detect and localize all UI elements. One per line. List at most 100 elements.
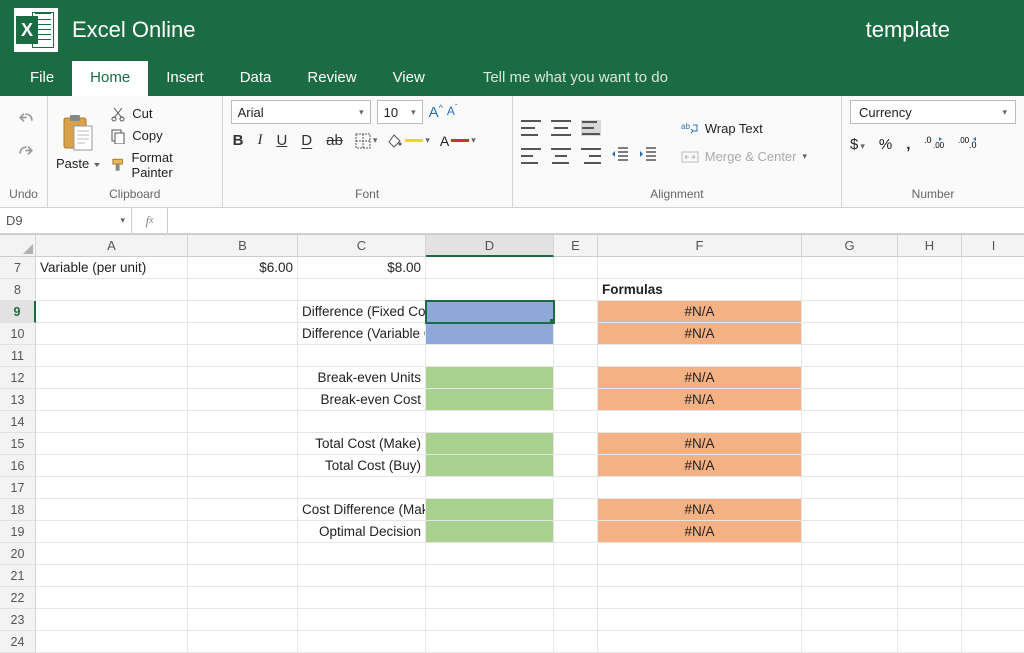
cell[interactable] — [898, 543, 962, 565]
cell[interactable]: Optimal Decision — [298, 521, 426, 543]
cell[interactable] — [802, 521, 898, 543]
tab-data[interactable]: Data — [222, 61, 290, 96]
cell[interactable] — [598, 587, 802, 609]
cell[interactable] — [426, 433, 554, 455]
cell[interactable] — [188, 433, 298, 455]
cell[interactable] — [188, 565, 298, 587]
tab-view[interactable]: View — [375, 61, 443, 96]
cell[interactable] — [36, 279, 188, 301]
col-header-H[interactable]: H — [898, 235, 962, 257]
cell[interactable] — [554, 411, 598, 433]
row-header[interactable]: 22 — [0, 587, 36, 609]
cell[interactable] — [426, 499, 554, 521]
font-color-button[interactable]: A▾ — [440, 133, 476, 149]
percent-format-button[interactable]: % — [879, 136, 892, 153]
cell[interactable] — [298, 279, 426, 301]
bold-button[interactable]: B — [231, 132, 246, 149]
row-header[interactable]: 9 — [0, 301, 36, 323]
cell[interactable] — [36, 543, 188, 565]
cell[interactable] — [962, 565, 1024, 587]
cell[interactable] — [598, 257, 802, 279]
cell[interactable] — [802, 455, 898, 477]
cell[interactable] — [962, 323, 1024, 345]
cell[interactable] — [898, 565, 962, 587]
select-all-corner[interactable] — [0, 235, 36, 257]
cell[interactable] — [426, 411, 554, 433]
cell[interactable]: #N/A — [598, 301, 802, 323]
cell[interactable] — [188, 367, 298, 389]
cell[interactable] — [36, 433, 188, 455]
cell[interactable] — [802, 631, 898, 653]
double-underline-button[interactable]: D — [299, 132, 314, 149]
redo-button[interactable] — [16, 143, 36, 166]
cell[interactable] — [598, 565, 802, 587]
cell[interactable] — [898, 279, 962, 301]
tab-insert[interactable]: Insert — [148, 61, 222, 96]
cell[interactable] — [802, 477, 898, 499]
cell[interactable] — [426, 257, 554, 279]
align-left-button[interactable] — [521, 148, 541, 164]
cell[interactable] — [188, 587, 298, 609]
cell[interactable] — [188, 477, 298, 499]
col-header-F[interactable]: F — [598, 235, 802, 257]
cell[interactable] — [898, 257, 962, 279]
cell[interactable] — [802, 433, 898, 455]
col-header-E[interactable]: E — [554, 235, 598, 257]
col-header-I[interactable]: I — [962, 235, 1024, 257]
cell[interactable] — [962, 301, 1024, 323]
cell[interactable]: #N/A — [598, 499, 802, 521]
cell[interactable] — [802, 389, 898, 411]
cell[interactable] — [962, 455, 1024, 477]
cell[interactable] — [802, 345, 898, 367]
cell[interactable] — [554, 521, 598, 543]
cell[interactable]: Formulas — [598, 279, 802, 301]
cell[interactable] — [426, 521, 554, 543]
cell[interactable] — [188, 499, 298, 521]
row-header[interactable]: 7 — [0, 257, 36, 279]
cell[interactable] — [802, 279, 898, 301]
cell[interactable] — [188, 389, 298, 411]
cell[interactable] — [554, 631, 598, 653]
cell[interactable] — [188, 345, 298, 367]
decrease-decimal-button[interactable]: .00.0 — [958, 134, 978, 154]
cell[interactable] — [188, 323, 298, 345]
cell[interactable]: Break-even Units — [298, 367, 426, 389]
cell[interactable] — [962, 433, 1024, 455]
font-size-select[interactable]: 10▾ — [377, 100, 423, 124]
accounting-format-button[interactable]: $▾ — [850, 136, 865, 153]
cell[interactable] — [426, 609, 554, 631]
align-right-button[interactable] — [581, 148, 601, 164]
paste-button[interactable]: Paste — [56, 114, 100, 171]
cell[interactable] — [898, 433, 962, 455]
increase-indent-button[interactable] — [639, 146, 657, 165]
row-header[interactable]: 11 — [0, 345, 36, 367]
strikethrough-button[interactable]: ab — [324, 132, 345, 149]
cell[interactable] — [962, 499, 1024, 521]
cell[interactable] — [962, 609, 1024, 631]
cell[interactable] — [188, 631, 298, 653]
cell[interactable] — [598, 631, 802, 653]
cell[interactable] — [426, 565, 554, 587]
row-header[interactable]: 16 — [0, 455, 36, 477]
tab-home[interactable]: Home — [72, 61, 148, 96]
cell[interactable] — [298, 631, 426, 653]
cell[interactable] — [298, 543, 426, 565]
active-cell[interactable] — [426, 301, 554, 323]
cell[interactable] — [36, 367, 188, 389]
formula-input[interactable] — [168, 208, 1024, 233]
cell[interactable] — [36, 565, 188, 587]
cell[interactable] — [554, 257, 598, 279]
cell[interactable] — [298, 565, 426, 587]
align-center-button[interactable] — [551, 148, 571, 164]
cell[interactable] — [426, 367, 554, 389]
number-format-select[interactable]: Currency▾ — [850, 100, 1016, 124]
cell[interactable]: #N/A — [598, 389, 802, 411]
decrease-indent-button[interactable] — [611, 146, 629, 165]
cell[interactable] — [554, 323, 598, 345]
cell[interactable] — [36, 499, 188, 521]
cell[interactable] — [554, 433, 598, 455]
cell[interactable] — [802, 587, 898, 609]
row-header[interactable]: 21 — [0, 565, 36, 587]
format-painter-button[interactable]: Format Painter — [110, 150, 213, 180]
cell[interactable] — [898, 345, 962, 367]
